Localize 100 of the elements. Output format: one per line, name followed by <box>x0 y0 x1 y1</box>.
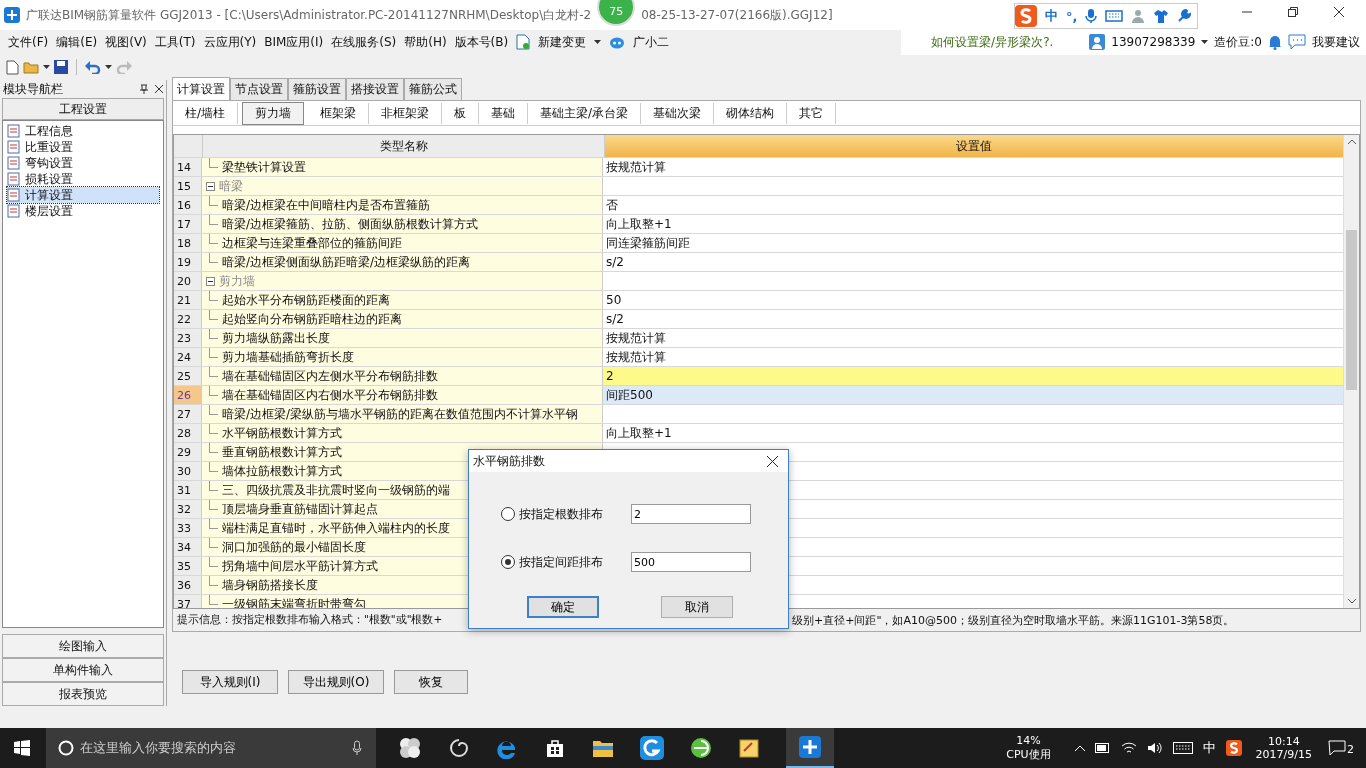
caret-icon[interactable] <box>105 65 112 69</box>
settings-page-icon <box>7 156 21 170</box>
close-icon[interactable] <box>1334 7 1344 17</box>
ime-mode[interactable]: 中 <box>1045 7 1058 25</box>
category-tab[interactable]: 剪力墙 <box>242 101 305 125</box>
ime-punctuation[interactable]: °, <box>1066 8 1078 24</box>
pin-icon[interactable] <box>139 84 149 94</box>
setting-name: 暗梁/边框梁/梁纵筋与墙水平钢筋的距离在数值范围内不计算水平钢 <box>222 405 579 423</box>
store-icon[interactable] <box>544 737 566 759</box>
category-tab[interactable]: 砌体结构 <box>714 102 788 124</box>
section-header[interactable]: 工程设置 <box>2 98 164 120</box>
tab[interactable]: 节点设置 <box>230 78 288 100</box>
restore-icon[interactable] <box>1288 7 1298 17</box>
wifi-icon[interactable] <box>1120 742 1137 754</box>
menu-item[interactable]: 在线服务(S) <box>331 33 397 51</box>
input-field[interactable]: 2 <box>631 504 751 524</box>
notepad-app-icon[interactable] <box>738 737 760 759</box>
module-button[interactable]: 报表预览 <box>2 682 164 706</box>
swirl-app-icon[interactable] <box>448 737 470 759</box>
row-number: 29 <box>174 443 202 461</box>
menu-item[interactable]: 文件(F) <box>8 33 49 51</box>
nav-item[interactable]: 计算设置 <box>7 187 159 203</box>
new-file-icon[interactable] <box>6 59 19 75</box>
nav-item[interactable]: 楼层设置 <box>7 203 159 219</box>
radio-label[interactable]: 按指定间距排布 <box>519 553 631 571</box>
menu-item[interactable]: 新建变更 <box>538 33 587 51</box>
taskbar-app[interactable] <box>786 728 834 768</box>
setting-value[interactable]: 2 <box>603 367 1343 385</box>
nav-item[interactable]: 工程信息 <box>7 123 159 139</box>
nav-item[interactable]: 损耗设置 <box>7 171 159 187</box>
feedback-link[interactable]: 我要建议 <box>1312 33 1360 51</box>
battery-icon[interactable] <box>1094 743 1111 753</box>
chevron-up-icon[interactable] <box>1074 745 1085 751</box>
undo-icon[interactable] <box>85 60 101 74</box>
row-number: 14 <box>174 158 202 176</box>
cancel-button[interactable]: 取消 <box>661 596 733 618</box>
bell-icon[interactable] <box>1268 34 1282 50</box>
menu-item[interactable]: 编辑(E) <box>56 33 98 51</box>
ok-button[interactable]: 确定 <box>527 596 599 618</box>
globe-app-icon[interactable] <box>690 737 712 759</box>
account-name[interactable]: 13907298339 <box>1111 35 1196 49</box>
tab[interactable]: 箍筋公式 <box>404 78 462 100</box>
scroll-down-icon[interactable] <box>1347 599 1356 604</box>
menu-item[interactable]: 广小二 <box>633 33 670 51</box>
microphone-icon[interactable] <box>1085 8 1098 24</box>
action-button[interactable]: 恢复 <box>394 670 468 694</box>
chat-icon[interactable] <box>1288 34 1306 50</box>
nav-item[interactable]: 弯钩设置 <box>7 155 159 171</box>
caret-icon[interactable] <box>594 40 602 44</box>
category-tab[interactable]: 基础 <box>479 102 529 124</box>
menu-item[interactable]: 视图(V) <box>105 33 147 51</box>
caret-icon[interactable] <box>1201 40 1209 44</box>
scroll-up-icon[interactable] <box>1347 139 1356 144</box>
radio-button[interactable] <box>501 507 515 521</box>
menu-item[interactable]: 帮助(H) <box>404 33 447 51</box>
speaker-icon[interactable] <box>1146 742 1163 754</box>
caret-icon[interactable] <box>43 65 50 69</box>
collapse-icon[interactable] <box>206 276 215 286</box>
close-icon[interactable] <box>767 455 778 467</box>
help-link[interactable]: 如何设置梁/异形梁次?. <box>931 33 1054 51</box>
menu-item[interactable]: 版本号(B) <box>454 33 509 51</box>
ime-logo-icon[interactable] <box>1225 740 1242 756</box>
tab[interactable]: 计算设置 <box>172 77 230 100</box>
tab[interactable]: 箍筋设置 <box>288 78 346 100</box>
scrollbar[interactable] <box>1343 135 1359 608</box>
shirt-icon[interactable] <box>1153 9 1170 23</box>
category-tab[interactable]: 基础主梁/承台梁 <box>528 102 642 124</box>
search-field[interactable]: 在这里输入你要搜索的内容 <box>46 728 376 768</box>
scroll-thumb[interactable] <box>1346 230 1357 390</box>
module-button[interactable]: 单构件输入 <box>2 658 164 682</box>
setting-value[interactable]: 间距500 <box>603 386 1343 404</box>
category-tab[interactable]: 其它 <box>787 102 837 124</box>
wrench-icon[interactable] <box>1177 9 1192 23</box>
module-button[interactable]: 绘图输入 <box>2 634 164 658</box>
category-tab[interactable]: 板 <box>442 102 480 124</box>
collapse-icon[interactable] <box>206 181 215 191</box>
folder-icon[interactable] <box>592 738 614 758</box>
menu-item[interactable]: 工具(T) <box>154 33 196 51</box>
category-tab[interactable]: 基础次梁 <box>641 102 715 124</box>
category-tab[interactable]: 框架梁 <box>308 102 370 124</box>
input-language[interactable]: 中 <box>1202 739 1216 757</box>
nav-item[interactable]: 比重设置 <box>7 139 159 155</box>
menu-item[interactable]: BIM应用(I) <box>264 33 324 51</box>
start-icon[interactable] <box>14 740 30 756</box>
radio-button[interactable] <box>501 555 515 569</box>
menu-item[interactable]: 云应用(Y) <box>203 33 257 51</box>
swirl-app-icon[interactable] <box>640 736 664 760</box>
row-number: 23 <box>174 329 202 347</box>
notification-button[interactable]: 2 <box>1328 740 1354 756</box>
radio-label[interactable]: 按指定根数排布 <box>519 505 631 523</box>
input-field[interactable]: 500 <box>631 552 751 572</box>
tab[interactable]: 搭接设置 <box>346 78 404 100</box>
microphone-icon[interactable] <box>352 740 362 756</box>
action-button[interactable]: 导入规则(I) <box>182 670 278 694</box>
action-button[interactable]: 导出规则(O) <box>288 670 384 694</box>
category-tab[interactable]: 柱/墙柱 <box>173 102 239 124</box>
save-icon[interactable] <box>54 60 68 74</box>
pinwheel-app-icon[interactable] <box>398 736 422 760</box>
category-tab[interactable]: 非框架梁 <box>369 102 443 124</box>
close-icon[interactable] <box>155 85 163 93</box>
